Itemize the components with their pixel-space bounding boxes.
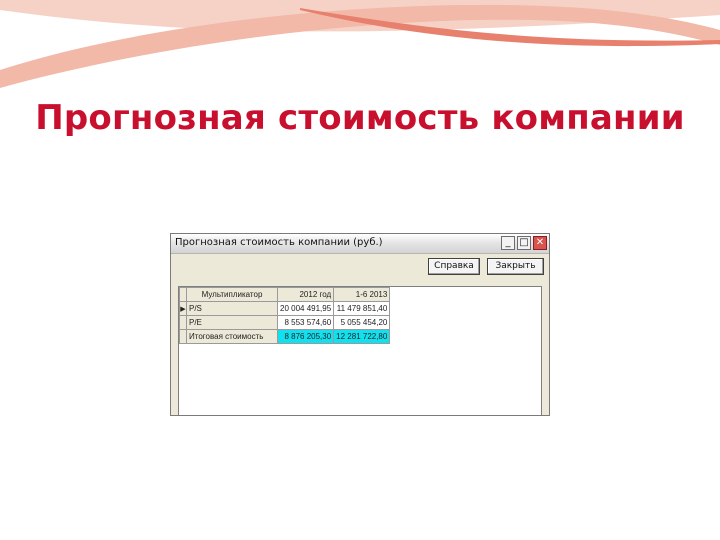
slide-header-decoration [0, 0, 720, 89]
column-header-2013[interactable]: 1-6 2013 [333, 287, 391, 302]
data-grid[interactable]: Мультипликатор 2012 год 1-6 2013 ▶ P/S 2… [178, 286, 542, 415]
table-cell[interactable]: 20 004 491,95 [276, 301, 335, 316]
slide-title: Прогнозная стоимость компании [35, 98, 685, 138]
table-cell[interactable]: 8 553 574,60 [276, 315, 335, 330]
row-indicator [179, 315, 187, 330]
table-row[interactable]: P/E 8 553 574,60 5 055 454,20 [179, 315, 391, 330]
table-header-row: Мультипликатор 2012 год 1-6 2013 [179, 287, 391, 302]
window-titlebar[interactable]: Прогнозная стоимость компании (руб.) _ □… [171, 234, 549, 254]
row-label: P/E [186, 315, 278, 330]
maximize-icon[interactable]: □ [517, 236, 531, 250]
multiplier-table: Мультипликатор 2012 год 1-6 2013 ▶ P/S 2… [179, 287, 391, 344]
forecast-value-window: Прогнозная стоимость компании (руб.) _ □… [170, 233, 550, 416]
help-button[interactable]: Справка [428, 258, 480, 275]
table-cell[interactable]: 11 479 851,40 [333, 301, 391, 316]
table-row[interactable]: ▶ P/S 20 004 491,95 11 479 851,40 [179, 301, 391, 316]
table-row[interactable]: Итоговая стоимость 8 876 205,30 12 281 7… [179, 329, 391, 344]
window-title: Прогнозная стоимость компании (руб.) [175, 237, 383, 248]
row-selector-icon: ▶ [179, 301, 187, 316]
column-header-2012[interactable]: 2012 год [276, 287, 335, 302]
close-icon[interactable]: ✕ [533, 236, 547, 250]
row-indicator [179, 329, 187, 344]
minimize-icon[interactable]: _ [501, 236, 515, 250]
column-header-multiplier[interactable]: Мультипликатор [186, 287, 278, 302]
row-indicator-header [179, 287, 187, 302]
table-cell[interactable]: 5 055 454,20 [333, 315, 391, 330]
table-cell-highlighted[interactable]: 12 281 722,80 [333, 329, 391, 344]
row-label: P/S [186, 301, 278, 316]
close-button[interactable]: Закрыть [487, 258, 544, 275]
table-cell-highlighted[interactable]: 8 876 205,30 [276, 329, 335, 344]
row-label: Итоговая стоимость [186, 329, 278, 344]
